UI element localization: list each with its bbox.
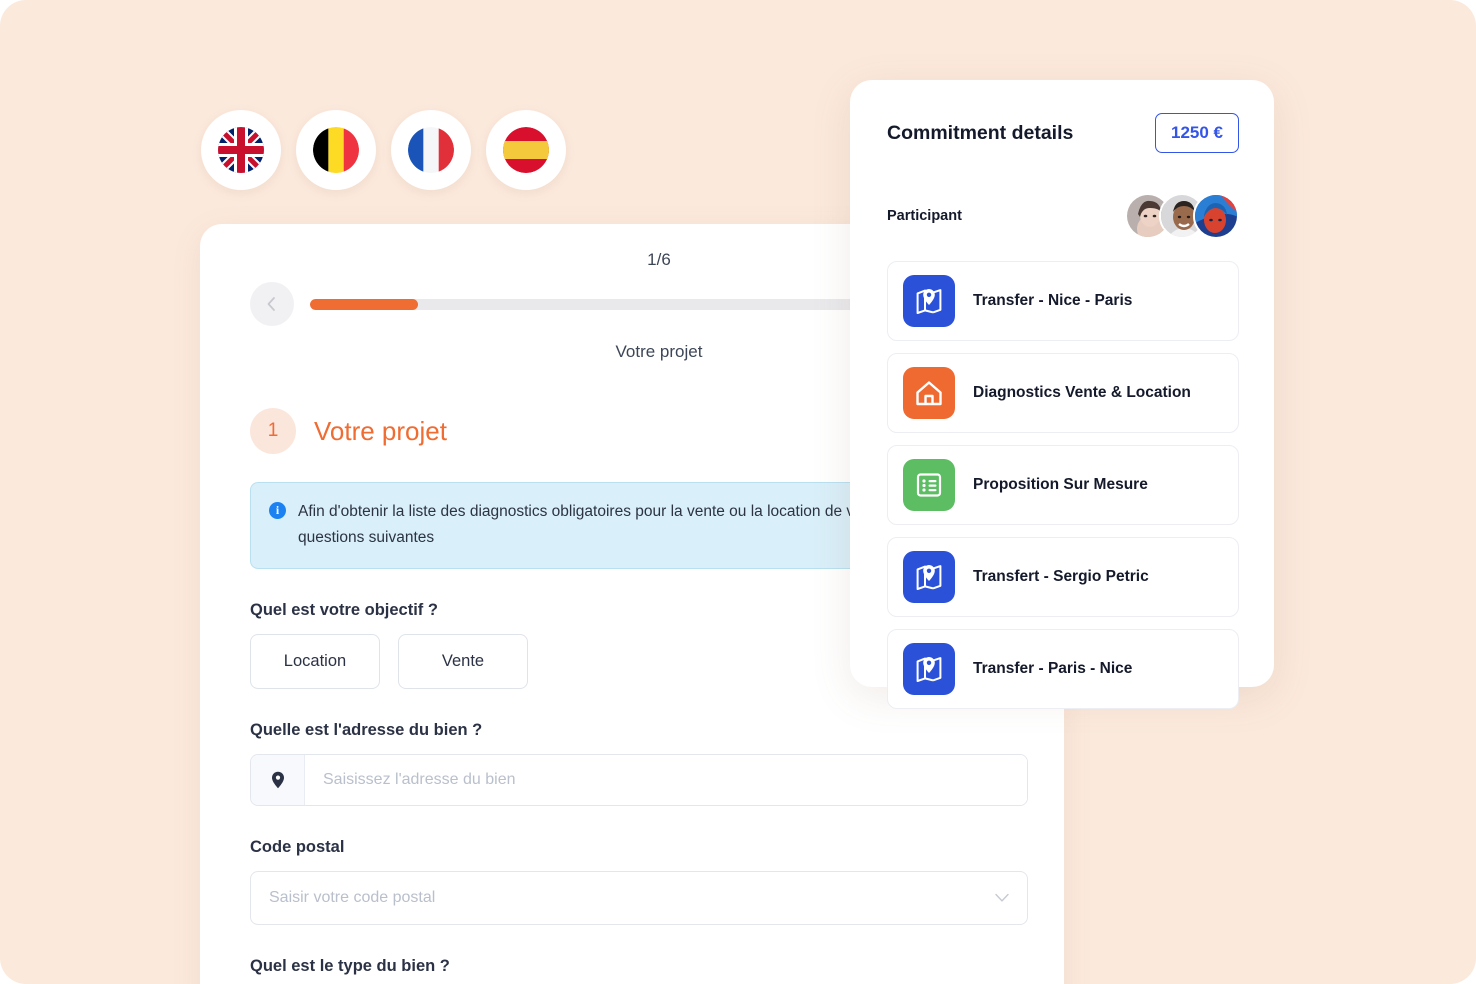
objective-option-vente[interactable]: Vente (398, 633, 528, 689)
commitment-item-label: Transfer - Paris - Nice (973, 660, 1133, 677)
location-pin-icon (251, 754, 305, 805)
language-flag-be[interactable] (296, 110, 376, 190)
commitment-item-label: Transfert - Sergio Petric (973, 568, 1149, 585)
commitment-item-list: Transfer - Nice - Paris Diagnostics Vente… (887, 261, 1239, 709)
app-root: 1/6 Votre projet 1 Votre projet i Afin d… (0, 0, 1476, 984)
commitment-item-label: Diagnostics Vente & Location (973, 384, 1191, 401)
chevron-down-icon (995, 893, 1009, 902)
commitment-item[interactable]: Diagnostics Vente & Location (887, 353, 1239, 433)
progress-bar-fill (310, 298, 418, 310)
address-input-wrap[interactable] (250, 753, 1028, 806)
france-flag-icon (408, 127, 454, 173)
participant-row: Participant (887, 193, 1239, 239)
avatar-participant-3[interactable] (1193, 193, 1239, 239)
commitment-title: Commitment details (887, 121, 1074, 144)
home-icon (903, 367, 955, 419)
spain-flag-icon (503, 127, 549, 173)
address-input[interactable] (305, 754, 1027, 805)
section-title: Votre projet (314, 415, 447, 446)
language-flag-row (201, 110, 566, 190)
map-pin-icon (903, 551, 955, 603)
participant-label: Participant (887, 208, 962, 224)
commitment-details-panel: Commitment details 1250 € Participant Tr… (850, 80, 1274, 709)
language-flag-es[interactable] (486, 110, 566, 190)
commitment-item[interactable]: Proposition Sur Mesure (887, 445, 1239, 525)
commitment-item[interactable]: Transfert - Sergio Petric (887, 537, 1239, 617)
commitment-header: Commitment details 1250 € (887, 113, 1239, 153)
postal-code-value: Saisir votre code postal (269, 888, 436, 906)
united-kingdom-flag-icon (218, 127, 264, 173)
objective-option-location[interactable]: Location (250, 633, 380, 689)
section-number-badge: 1 (250, 408, 296, 454)
belgium-flag-icon (313, 127, 359, 173)
commitment-item-label: Proposition Sur Mesure (973, 476, 1148, 493)
chevron-left-icon (267, 297, 275, 311)
back-button[interactable] (250, 282, 294, 326)
list-document-icon (903, 459, 955, 511)
price-badge[interactable]: 1250 € (1155, 113, 1239, 153)
map-pin-icon (903, 275, 955, 327)
commitment-item[interactable]: Transfer - Paris - Nice (887, 629, 1239, 709)
participant-avatars (1125, 193, 1239, 239)
postal-code-label: Code postal (250, 837, 345, 856)
property-type-label: Quel est le type du bien ? (250, 956, 450, 975)
commitment-item[interactable]: Transfer - Nice - Paris (887, 261, 1239, 341)
info-icon: i (269, 502, 286, 519)
map-pin-icon (903, 643, 955, 695)
commitment-item-label: Transfer - Nice - Paris (973, 292, 1133, 309)
address-label: Quelle est l'adresse du bien ? (250, 720, 483, 739)
language-flag-fr[interactable] (391, 110, 471, 190)
postal-code-select[interactable]: Saisir votre code postal (250, 870, 1028, 925)
language-flag-gb[interactable] (201, 110, 281, 190)
